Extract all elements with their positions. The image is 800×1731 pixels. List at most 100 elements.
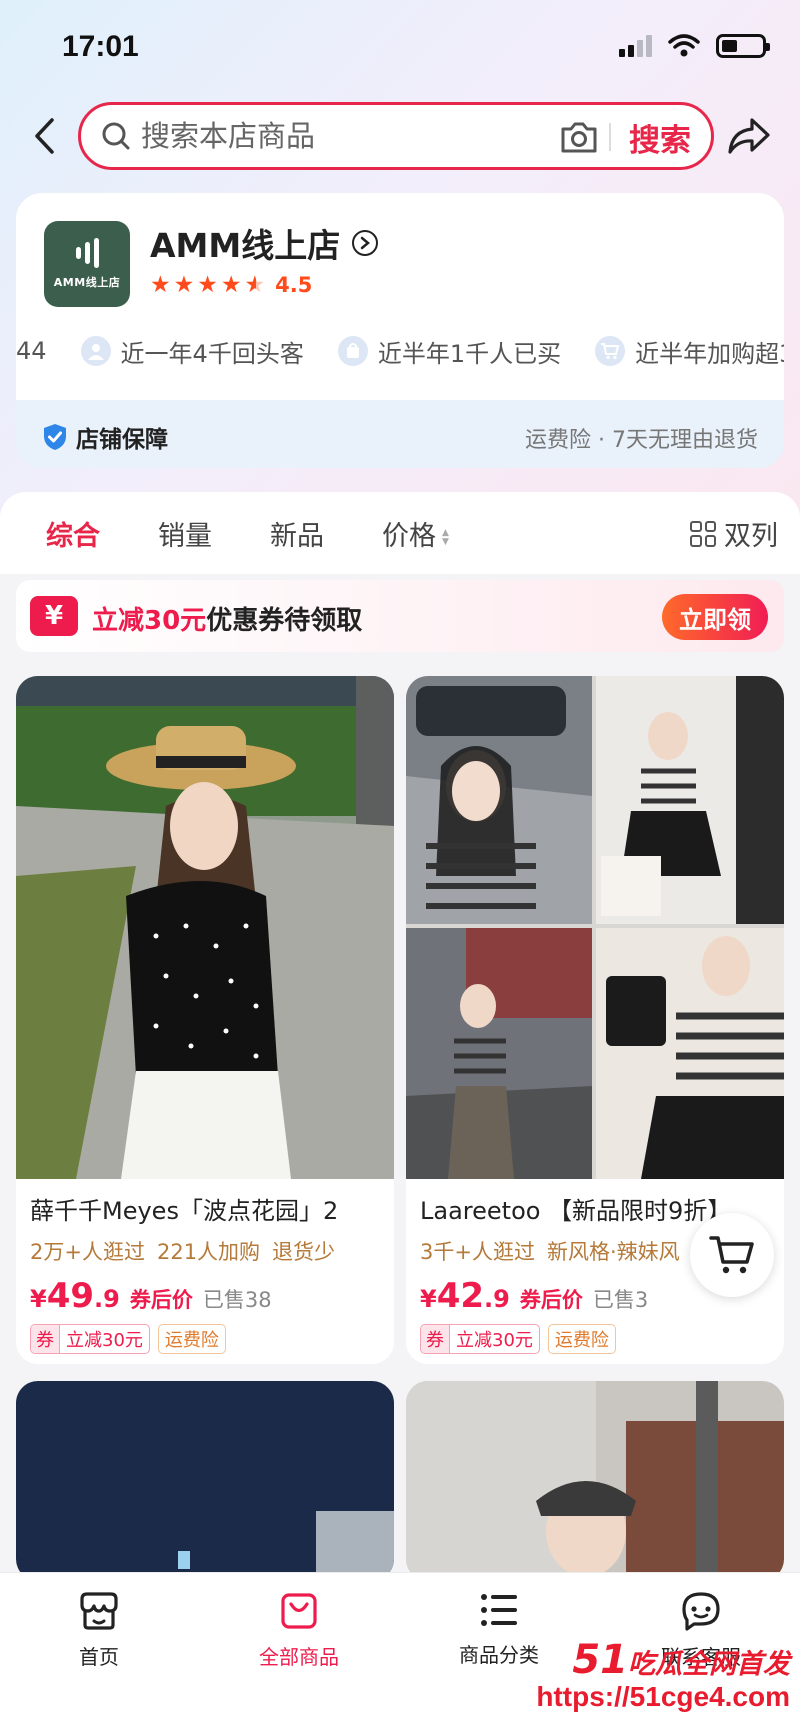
star-icon: ★ — [220, 271, 242, 298]
watermark-brand-number: 51 — [572, 1637, 628, 1683]
search-divider — [609, 123, 611, 151]
product-card[interactable] — [406, 1381, 784, 1581]
layout-toggle[interactable]: 双列 — [690, 514, 778, 553]
stat-label: 44 — [16, 337, 47, 365]
nav-all-products[interactable]: 全部商品 — [224, 1591, 374, 1670]
price-decimal: .9 — [94, 1285, 120, 1313]
meta-carts: 221人加购 — [156, 1240, 261, 1264]
coupon-badge: 券立减30元 — [420, 1324, 540, 1354]
shop-rating: ★ ★ ★ ★ ★ 4.5 — [150, 273, 312, 297]
shop-guarantee[interactable]: 店铺保障 运费险 · 7天无理由退货 — [16, 400, 784, 468]
shop-logo[interactable]: AMM线上店 — [44, 221, 130, 307]
floating-cart-button[interactable] — [690, 1213, 774, 1297]
user-icon — [80, 336, 111, 366]
coupon-banner: ¥ 立减30元优惠券待领取 立即领 — [16, 580, 784, 652]
search-icon — [99, 119, 133, 153]
product-badges: 券立减30元 运费险 — [420, 1324, 770, 1354]
search-box: 搜索 — [78, 102, 714, 170]
shop-logo-text: AMM线上店 — [53, 276, 121, 289]
product-image[interactable] — [16, 676, 394, 1179]
cart-icon — [595, 336, 626, 366]
price-integer: 49 — [46, 1276, 95, 1316]
search-input[interactable] — [141, 119, 521, 153]
sort-bar: 综合 销量 新品 价格 ▲ ▼ 双列 — [0, 492, 800, 574]
stat-add-to-cart: 近半年加购超3 — [595, 334, 784, 369]
coupon-highlight: 立减30元 — [92, 606, 207, 636]
stat-buyers: 近半年1千人已买 — [337, 334, 562, 369]
tab-new[interactable]: 新品 — [270, 514, 324, 553]
coupon-badge-key: 券 — [421, 1325, 450, 1353]
grid-icon — [690, 520, 716, 547]
stat-label: 近半年1千人已买 — [377, 339, 562, 368]
signal-icon — [619, 35, 652, 57]
back-button[interactable] — [24, 114, 64, 158]
wifi-icon — [668, 34, 700, 57]
guarantee-title: 店铺保障 — [76, 427, 168, 453]
coupon-badge-value: 立减30元 — [66, 1330, 143, 1351]
product-image[interactable] — [16, 1381, 394, 1581]
shop-name: AMM线上店 — [150, 226, 341, 265]
stat-repeat-customers: 近一年4千回头客 — [80, 334, 304, 369]
shipping-badge: 运费险 — [157, 1324, 226, 1354]
guarantee-left: 店铺保障 — [42, 420, 168, 454]
shopping-bag-icon — [281, 1593, 317, 1629]
nav-all-products-label: 全部商品 — [259, 1645, 339, 1669]
coupon-badge-key: 券 — [31, 1325, 60, 1353]
battery-icon — [716, 34, 770, 58]
product-image[interactable] — [406, 1381, 784, 1581]
shipping-badge: 运费险 — [547, 1324, 616, 1354]
price-row: ¥49.9 券后价 已售38 — [30, 1276, 380, 1316]
product-card[interactable] — [16, 1381, 394, 1581]
chevron-right-icon — [352, 230, 379, 256]
product-title: 薛千千Meyes「波点花园」2 — [30, 1197, 339, 1225]
meta-style: 新风格·辣妹风 — [546, 1240, 680, 1264]
rating-value: 4.5 — [275, 273, 313, 297]
share-icon[interactable] — [726, 114, 772, 158]
coupon-badge-value: 立减30元 — [456, 1330, 533, 1351]
status-icons — [619, 34, 770, 58]
coupon-badge: 券立减30元 — [30, 1324, 150, 1354]
product-card[interactable]: 薛千千Meyes「波点花园」2 2万+人逛过 221人加购 退货少 ¥49.9 券后… — [16, 676, 394, 1364]
meta-returns: 退货少 — [272, 1240, 336, 1264]
claim-coupon-button[interactable]: 立即领 — [662, 594, 768, 640]
watermark-brand: 51吃瓜全网首发 — [536, 1637, 790, 1683]
chevron-left-icon — [35, 118, 54, 154]
stat-label: 近一年4千回头客 — [120, 339, 304, 368]
meta-views: 2万+人逛过 — [30, 1240, 145, 1264]
price-currency: ¥ — [420, 1285, 437, 1313]
status-time: 17:01 — [62, 30, 139, 63]
shop-name-row[interactable]: AMM线上店 — [150, 219, 379, 267]
camera-icon[interactable] — [559, 119, 599, 155]
watermark: 51吃瓜全网首发 https://51cge4.com — [536, 1637, 790, 1713]
nav-categories-label: 商品分类 — [459, 1643, 539, 1667]
list-icon — [481, 1594, 517, 1626]
tab-price[interactable]: 价格 ▲ ▼ — [382, 514, 449, 553]
price-currency: ¥ — [30, 1285, 47, 1313]
shield-check-icon — [44, 424, 66, 450]
sort-arrows-icon: ▲ ▼ — [442, 527, 449, 547]
coupon-text: 立减30元优惠券待领取 — [92, 600, 362, 637]
status-bar: 17:01 — [0, 0, 800, 92]
guarantee-detail: 运费险 · 7天无理由退货 — [525, 428, 758, 453]
rating-stars: ★ ★ ★ ★ ★ — [150, 271, 265, 298]
sold-count: 已售3 — [592, 1288, 649, 1312]
cart-icon — [709, 1236, 754, 1274]
stat-label: 近半年加购超3 — [635, 339, 784, 368]
layout-label: 双列 — [724, 521, 778, 552]
star-icon: ★ — [173, 271, 195, 298]
sold-count: 已售38 — [202, 1288, 272, 1312]
product-meta: 2万+人逛过 221人加购 退货少 — [30, 1236, 380, 1266]
stat-clipped: 44 — [16, 337, 47, 365]
bag-icon — [337, 336, 368, 366]
nav-home[interactable]: 首页 — [24, 1591, 174, 1670]
price-tag: 券后价 — [519, 1288, 583, 1312]
watermark-url: https://51cge4.com — [536, 1681, 790, 1712]
tab-sales[interactable]: 销量 — [158, 514, 212, 553]
bottom-nav: 首页 全部商品 商品分类 联系客服 51吃瓜全网首发 https://51cge… — [0, 1572, 800, 1731]
tab-comprehensive[interactable]: 综合 — [46, 514, 100, 553]
price-tag: 券后价 — [129, 1288, 193, 1312]
product-image[interactable] — [406, 676, 784, 1179]
nav-home-label: 首页 — [79, 1645, 119, 1669]
search-button[interactable]: 搜索 — [629, 115, 691, 160]
product-info: 薛千千Meyes「波点花园」2 2万+人逛过 221人加购 退货少 ¥49.9 券后… — [16, 1179, 394, 1364]
